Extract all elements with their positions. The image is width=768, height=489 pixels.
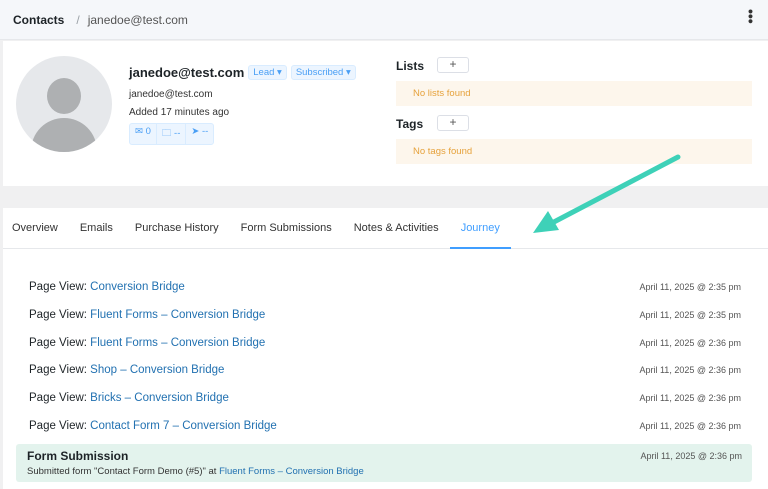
page-view-label: Page View: Bricks – Conversion Bridge [29,392,229,405]
page-link[interactable]: Contact Form 7 – Conversion Bridge [90,420,277,432]
avatar [16,56,112,152]
form-submission-link[interactable]: Fluent Forms – Conversion Bridge [219,466,364,477]
add-list-button[interactable]: + [437,57,469,73]
tab-notes-activities[interactable]: Notes & Activities [343,208,450,248]
tab-journey[interactable]: Journey [449,208,511,249]
page-view-label: Page View: Conversion Bridge [29,281,185,293]
page-link[interactable]: Bricks – Conversion Bridge [90,392,229,404]
breadcrumb-contacts[interactable]: Contacts [13,13,64,27]
add-tag-button[interactable]: + [437,115,469,131]
journey-row: Page View: Shop – Conversion Bridge April… [29,364,741,376]
journey-row: Page View: Contact Form 7 – Conversion B… [29,420,741,432]
page-link[interactable]: Fluent Forms – Conversion Bridge [90,337,265,349]
page-view-label: Page View: Shop – Conversion Bridge [29,364,225,377]
tab-form-submissions[interactable]: Form Submissions [230,208,343,248]
page-link[interactable]: Conversion Bridge [90,281,185,293]
form-submission-date: April 11, 2025 @ 2:36 pm [640,451,742,461]
lists-label: Lists [396,59,425,73]
contact-profile: janedoe@test.com Lead ▾ Subscribed ▾ jan… [3,41,768,186]
page-link[interactable]: Shop – Conversion Bridge [90,364,224,376]
contact-email: janedoe@test.com [129,89,213,100]
page-link[interactable]: Fluent Forms – Conversion Bridge [90,309,265,321]
tab-purchase-history[interactable]: Purchase History [124,208,230,248]
tab-overview[interactable]: Overview [12,208,69,248]
form-submission-title: Form Submission [27,449,129,463]
page-view-label: Page View: Fluent Forms – Conversion Bri… [29,336,266,349]
event-date: April 11, 2025 @ 2:36 pm [639,421,741,431]
form-submission-text: Submitted form "Contact Form Demo (#5)" … [27,466,364,477]
lists-empty: No lists found [396,81,752,106]
event-date: April 11, 2025 @ 2:35 pm [639,309,741,320]
breadcrumb-current: janedoe@test.com [87,12,188,27]
tags-empty: No tags found [396,139,752,164]
breadcrumb: Contacts / janedoe@test.com ••• [0,0,768,40]
event-date: April 11, 2025 @ 2:36 pm [639,337,741,348]
status-dropdown[interactable]: Subscribed ▾ [290,65,356,80]
event-date: April 11, 2025 @ 2:35 pm [639,282,741,292]
event-date: April 11, 2025 @ 2:36 pm [639,393,741,404]
more-options-icon[interactable]: ••• [743,9,759,24]
added-time: Added 17 minutes ago [129,107,230,118]
page-view-label: Page View: Contact Form 7 – Conversion B… [29,420,277,432]
contact-tabs-panel: Overview Emails Purchase History Form Su… [3,208,768,489]
emails-stat[interactable]: ✉ 0 [130,124,157,144]
contact-stats: ✉ 0 🗀 -- ➤ -- [129,123,215,145]
tab-bar: Overview Emails Purchase History Form Su… [3,208,768,249]
breadcrumb-separator: / [76,12,80,27]
event-date: April 11, 2025 @ 2:36 pm [639,365,741,376]
journey-row: Page View: Conversion Bridge April 11, 20… [29,281,741,293]
journey-row: Page View: Fluent Forms – Conversion Bri… [29,337,741,349]
journey-row: Page View: Fluent Forms – Conversion Bri… [29,309,741,321]
tags-label: Tags [396,117,424,131]
form-submission-event: Form Submission April 11, 2025 @ 2:36 pm… [16,444,752,482]
contact-name: janedoe@test.com Lead ▾ Subscribed ▾ [129,65,356,80]
tab-emails[interactable]: Emails [69,208,124,248]
page-view-label: Page View: Fluent Forms – Conversion Bri… [29,308,266,321]
location-stat[interactable]: ➤ -- [186,124,213,144]
folder-stat[interactable]: 🗀 -- [157,124,187,144]
journey-row: Page View: Bricks – Conversion Bridge Apr… [29,392,741,404]
lead-dropdown[interactable]: Lead ▾ [248,65,287,80]
